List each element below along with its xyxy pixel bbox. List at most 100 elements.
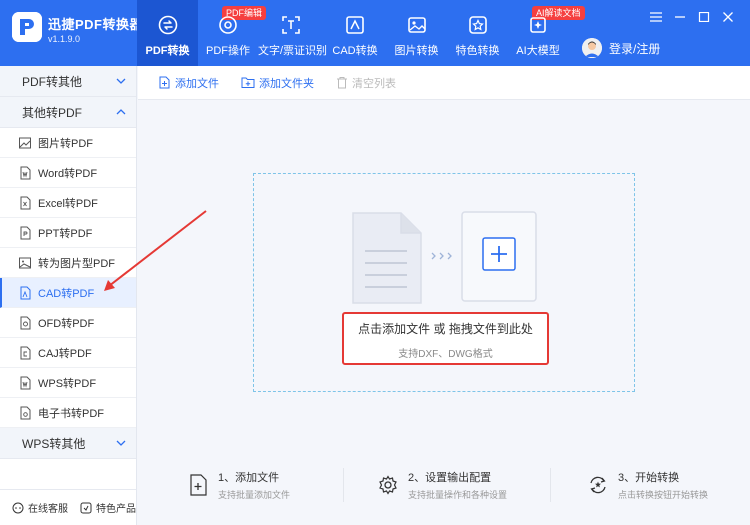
- step-subtitle: 支持批量添加文件: [218, 490, 291, 500]
- nav-cad[interactable]: CAD转换: [324, 0, 386, 66]
- step-title: 3、开始转换: [618, 472, 680, 484]
- document-icon: [352, 212, 422, 304]
- add-folder-icon: [241, 77, 255, 88]
- nav-pdf-operation[interactable]: PDF编辑 PDF操作: [198, 0, 267, 66]
- nav-label: AI大模型: [516, 45, 560, 57]
- close-icon[interactable]: [716, 8, 740, 26]
- maximize-icon[interactable]: [692, 8, 716, 26]
- chevron-down-icon: [116, 440, 126, 446]
- chevron-up-icon: [116, 109, 126, 115]
- nav-label: 图片转换: [394, 45, 439, 57]
- sidebar-item-label: CAJ转PDF: [38, 347, 92, 360]
- step-divider: [550, 468, 551, 502]
- add-file-icon: [159, 76, 170, 89]
- image-pdf-icon: [19, 257, 31, 268]
- add-folder-label: 添加文件夹: [259, 77, 314, 90]
- clear-list-button[interactable]: 清空列表: [336, 75, 396, 91]
- nav-label: CAD转换: [332, 45, 378, 57]
- drop-hint-box[interactable]: 点击添加文件 或 拖拽文件到此处 支持DXF、DWG格式: [342, 312, 549, 365]
- ppt-file-icon: [20, 226, 31, 239]
- nav-image[interactable]: 图片转换: [386, 0, 447, 66]
- image-file-icon: [19, 137, 31, 148]
- app-header: 迅捷PDF转换器 v1.1.9.0 PDF转换 PDF编辑 PDF操作 文字/票…: [0, 0, 750, 66]
- sidebar-item-label: CAD转PDF: [38, 287, 95, 300]
- sidebar-item-excel-to-pdf[interactable]: Excel转PDF: [0, 188, 136, 218]
- group-label: WPS转其他: [22, 436, 86, 451]
- add-file-button[interactable]: 添加文件: [158, 75, 219, 91]
- app-logo-icon: [12, 12, 42, 42]
- caj-file-icon: [20, 346, 31, 359]
- sidebar-item-caj-to-pdf[interactable]: CAJ转PDF: [0, 338, 136, 368]
- sidebar-item-ebook-to-pdf[interactable]: 电子书转PDF: [0, 398, 136, 428]
- clear-list-label: 清空列表: [352, 77, 396, 90]
- sidebar-item-wps-to-pdf[interactable]: WPS转PDF: [0, 368, 136, 398]
- app-version: v1.1.9.0: [48, 34, 81, 44]
- nav-label: PDF操作: [206, 45, 250, 57]
- chevron-down-icon: [116, 78, 126, 84]
- sidebar-item-label: Excel转PDF: [38, 197, 98, 210]
- online-service-label: 在线客服: [28, 504, 68, 515]
- sidebar-item-label: WPS转PDF: [38, 377, 97, 390]
- ai-icon: [530, 17, 546, 33]
- sidebar-item-label: 转为图片型PDF: [38, 257, 115, 270]
- nav-label: PDF转换: [145, 45, 190, 57]
- steps-bar: 1、添加文件 支持批量添加文件 2、设置输出配置 支持批量操作和各种设置 3、开…: [138, 460, 750, 510]
- ofd-file-icon: [20, 316, 31, 329]
- step-settings: 2、设置输出配置 支持批量操作和各种设置: [378, 460, 507, 510]
- nav-ocr[interactable]: 文字/票证识别: [258, 0, 328, 66]
- cad-icon: [346, 16, 364, 34]
- featured-products-label: 特色产品: [96, 504, 136, 515]
- add-folder-button[interactable]: 添加文件夹: [241, 75, 314, 91]
- minimize-icon[interactable]: [668, 8, 692, 26]
- menu-icon[interactable]: [644, 8, 668, 26]
- group-label: 其他转PDF: [22, 105, 83, 120]
- add-file-step-icon: [190, 474, 207, 496]
- nav-label: 特色转换: [455, 45, 500, 57]
- trash-icon: [337, 77, 347, 89]
- login-register-link[interactable]: 登录/注册: [609, 40, 660, 57]
- sidebar-group-other-to-pdf[interactable]: 其他转PDF: [0, 97, 136, 128]
- step-start-convert: 3、开始转换 点击转换按钮开始转换: [588, 460, 708, 510]
- add-file-label: 添加文件: [175, 77, 219, 90]
- sidebar-item-label: Word转PDF: [38, 167, 98, 180]
- sidebar-item-ppt-to-pdf[interactable]: PPT转PDF: [0, 218, 136, 248]
- nav-label: 文字/票证识别: [258, 45, 328, 57]
- step-divider: [343, 468, 344, 502]
- sidebar: PDF转其他 其他转PDF 图片转PDF Word转PDF Excel转PDF …: [0, 66, 137, 525]
- image-icon: [407, 17, 426, 33]
- sidebar-item-ofd-to-pdf[interactable]: OFD转PDF: [0, 308, 136, 338]
- app-title: 迅捷PDF转换器: [48, 17, 144, 32]
- step-title: 1、添加文件: [218, 472, 280, 484]
- sidebar-item-label: OFD转PDF: [38, 317, 95, 330]
- start-convert-icon: [590, 476, 606, 494]
- add-box-icon: [461, 211, 537, 302]
- star-icon: [468, 16, 487, 34]
- product-icon: [80, 502, 92, 513]
- convert-icon: [158, 15, 177, 35]
- login-area[interactable]: 登录/注册: [582, 38, 660, 58]
- nav-special[interactable]: 特色转换: [447, 0, 508, 66]
- sidebar-group-wps-to-other[interactable]: WPS转其他: [0, 428, 136, 459]
- sidebar-item-cad-to-pdf[interactable]: CAD转PDF: [0, 278, 136, 308]
- nav-ai-model[interactable]: AI解读文档 AI大模型: [508, 0, 585, 66]
- featured-products-button[interactable]: 特色产品: [80, 500, 136, 515]
- toolbar: 添加文件 添加文件夹 清空列表: [138, 66, 750, 100]
- sidebar-item-label: 电子书转PDF: [38, 407, 104, 420]
- ocr-icon: [282, 16, 300, 34]
- window-controls: [644, 8, 740, 26]
- sidebar-group-pdf-to-other[interactable]: PDF转其他: [0, 66, 136, 97]
- sidebar-item-label: PPT转PDF: [38, 227, 93, 240]
- nav-pdf-convert[interactable]: PDF转换: [137, 0, 198, 66]
- drop-main-text: 点击添加文件 或 拖拽文件到此处: [358, 322, 533, 336]
- group-label: PDF转其他: [22, 74, 83, 89]
- sidebar-item-word-to-pdf[interactable]: Word转PDF: [0, 158, 136, 188]
- sidebar-item-label: 图片转PDF: [38, 137, 93, 150]
- sidebar-item-image-to-pdf[interactable]: 图片转PDF: [0, 128, 136, 158]
- sidebar-item-image-pdf[interactable]: 转为图片型PDF: [0, 248, 136, 278]
- cad-file-icon: [20, 286, 31, 299]
- step-subtitle: 支持批量操作和各种设置: [408, 490, 508, 500]
- settings-gear-icon: [379, 475, 397, 495]
- online-service-button[interactable]: 在线客服: [12, 500, 68, 515]
- ebook-file-icon: [20, 406, 31, 419]
- step-add-file: 1、添加文件 支持批量添加文件: [188, 460, 290, 510]
